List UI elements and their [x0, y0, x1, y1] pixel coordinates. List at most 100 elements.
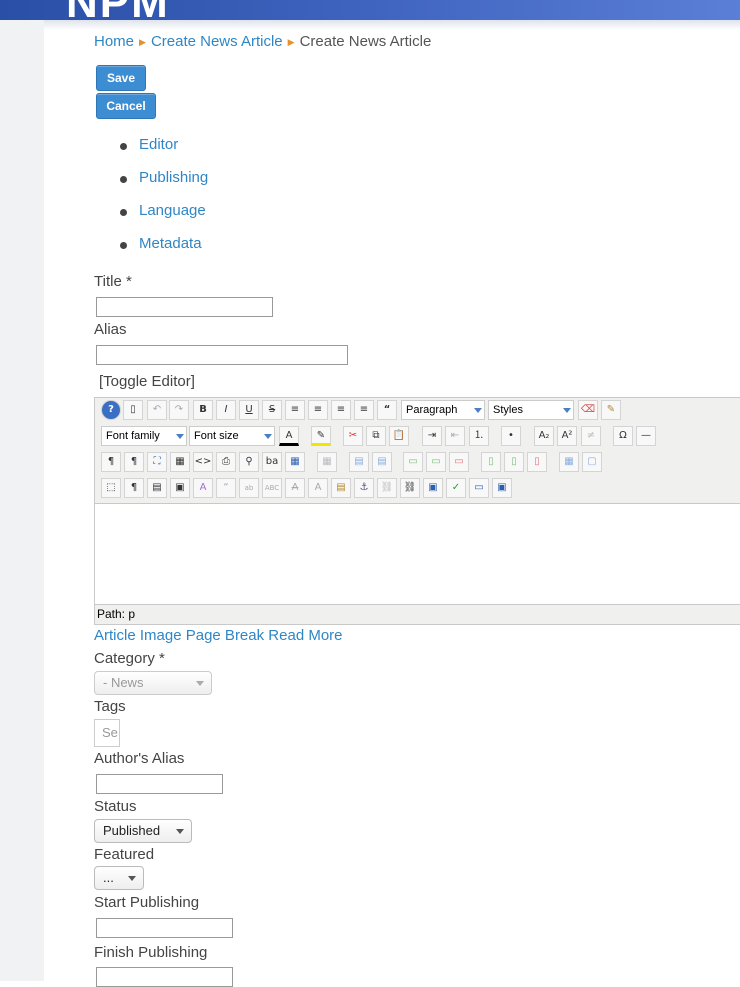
new-document-icon[interactable]: ▯ [123, 400, 143, 420]
cleanup-brush-icon[interactable]: ✎ [601, 400, 621, 420]
acronym-icon[interactable]: ABC [262, 478, 282, 498]
insert-row-before-icon[interactable]: ▭ [403, 452, 423, 472]
author-alias-label: Author's Alias [94, 750, 185, 767]
underline-icon[interactable]: U [239, 400, 259, 420]
strikethrough-icon[interactable]: S [262, 400, 282, 420]
unlink-icon[interactable]: ⛓ [377, 478, 397, 498]
justify-icon[interactable]: ≡ [285, 400, 305, 420]
show-blocks-icon[interactable]: ¶ [124, 478, 144, 498]
outdent-icon[interactable]: ⇤ [445, 426, 465, 446]
superscript-icon[interactable]: A² [557, 426, 577, 446]
fullscreen-icon[interactable]: ⛶ [147, 452, 167, 472]
image-icon[interactable]: ▣ [423, 478, 443, 498]
abbreviation-icon[interactable]: ab [239, 478, 259, 498]
split-cells-icon[interactable]: ▦ [559, 452, 579, 472]
row-properties-icon[interactable]: ▤ [349, 452, 369, 472]
find-icon[interactable]: ⚲ [239, 452, 259, 472]
image-button[interactable]: Image [140, 627, 182, 644]
chevron-down-icon [176, 829, 184, 834]
cite-icon[interactable]: “ [216, 478, 236, 498]
featured-select[interactable]: ... [94, 866, 144, 890]
text-color-icon[interactable]: A [279, 426, 299, 446]
italic-icon[interactable]: I [216, 400, 236, 420]
tab-label[interactable]: Language [139, 202, 206, 219]
delete-table-icon[interactable]: ▦ [317, 452, 337, 472]
font-family-select[interactable]: Font family [101, 426, 187, 446]
undo-icon[interactable]: ↶ [147, 400, 167, 420]
cut-icon[interactable]: ✂ [343, 426, 363, 446]
template-icon[interactable]: ▤ [147, 478, 167, 498]
breadcrumb-parent-link[interactable]: Create News Article [151, 33, 283, 50]
delete-row-icon[interactable]: ▭ [449, 452, 469, 472]
language-icon[interactable]: ≠ [581, 426, 601, 446]
tab-label[interactable]: Metadata [139, 235, 202, 252]
anchor-icon[interactable]: ⚓ [354, 478, 374, 498]
insert-text-icon[interactable]: A [308, 478, 328, 498]
replace-icon[interactable]: ba [262, 452, 282, 472]
tab-label[interactable]: Publishing [139, 169, 208, 186]
start-publishing-input[interactable] [96, 918, 233, 938]
read-more-button[interactable]: Read More [268, 627, 342, 644]
align-right-icon[interactable]: ≡ [354, 400, 374, 420]
category-select[interactable]: - News [94, 671, 212, 695]
styles-select[interactable]: Styles [488, 400, 574, 420]
merge-cells-icon[interactable]: ▢ [582, 452, 602, 472]
indent-icon[interactable]: ⇥ [422, 426, 442, 446]
save-button[interactable]: Save [96, 65, 146, 91]
media-icon[interactable]: ▣ [492, 478, 512, 498]
redo-icon[interactable]: ↷ [169, 400, 189, 420]
chevron-down-icon [196, 681, 204, 686]
attributes-icon[interactable]: ▤ [331, 478, 351, 498]
horizontal-rule-icon[interactable]: — [636, 426, 656, 446]
author-alias-input[interactable] [96, 774, 223, 794]
numbered-list-icon[interactable]: ⒈ [469, 426, 489, 446]
insert-column-before-icon[interactable]: ▯ [481, 452, 501, 472]
subscript-icon[interactable]: A₂ [534, 426, 554, 446]
print-icon[interactable]: ⎙ [216, 452, 236, 472]
insert-column-after-icon[interactable]: ▯ [504, 452, 524, 472]
insert-table-icon[interactable]: ▦ [285, 452, 305, 472]
help-icon[interactable]: ? [101, 400, 121, 420]
highlight-color-icon[interactable]: ✎ [311, 426, 331, 446]
paste-icon[interactable]: 📋 [389, 426, 409, 446]
bullet-list-icon[interactable]: • [501, 426, 521, 446]
spellcheck-icon[interactable]: ✓ [446, 478, 466, 498]
chevron-down-icon [474, 408, 482, 413]
blockquote-icon[interactable]: “ [377, 400, 397, 420]
visual-aid-icon[interactable]: ⬚ [101, 478, 121, 498]
code-icon[interactable]: <> [193, 452, 213, 472]
cancel-button[interactable]: Cancel [96, 93, 156, 119]
ltr-icon[interactable]: ¶ [101, 452, 121, 472]
preview-icon[interactable]: ▦ [170, 452, 190, 472]
page-break-icon[interactable]: ▭ [469, 478, 489, 498]
cell-properties-icon[interactable]: ▤ [372, 452, 392, 472]
breadcrumb-home-link[interactable]: Home [94, 33, 134, 50]
special-character-icon[interactable]: Ω [613, 426, 633, 446]
toggle-editor-link[interactable]: [Toggle Editor] [99, 373, 195, 390]
layer-icon[interactable]: ▣ [170, 478, 190, 498]
link-icon[interactable]: ⛓ [400, 478, 420, 498]
status-select[interactable]: Published [94, 819, 192, 843]
format-select[interactable]: Paragraph [401, 400, 485, 420]
align-left-icon[interactable]: ≡ [331, 400, 351, 420]
featured-value: ... [103, 870, 114, 885]
finish-publishing-input[interactable] [96, 967, 233, 987]
insert-row-after-icon[interactable]: ▭ [426, 452, 446, 472]
bold-icon[interactable]: B [193, 400, 213, 420]
article-button[interactable]: Article [94, 627, 136, 644]
delete-column-icon[interactable]: ▯ [527, 452, 547, 472]
editor-content-area[interactable] [95, 503, 740, 605]
title-input[interactable] [96, 297, 273, 317]
rtl-icon[interactable]: ¶ [124, 452, 144, 472]
alias-input[interactable] [96, 345, 348, 365]
style-props-icon[interactable]: A [193, 478, 213, 498]
tab-label[interactable]: Editor [139, 136, 178, 153]
font-size-select[interactable]: Font size [189, 426, 275, 446]
eraser-icon[interactable]: ⌫ [578, 400, 598, 420]
page-break-button[interactable]: Page Break [186, 627, 264, 644]
align-center-icon[interactable]: ≡ [308, 400, 328, 420]
delete-text-icon[interactable]: A [285, 478, 305, 498]
start-publishing-label: Start Publishing [94, 894, 200, 911]
copy-icon[interactable]: ⧉ [366, 426, 386, 446]
tags-input[interactable]: Se [94, 719, 120, 747]
